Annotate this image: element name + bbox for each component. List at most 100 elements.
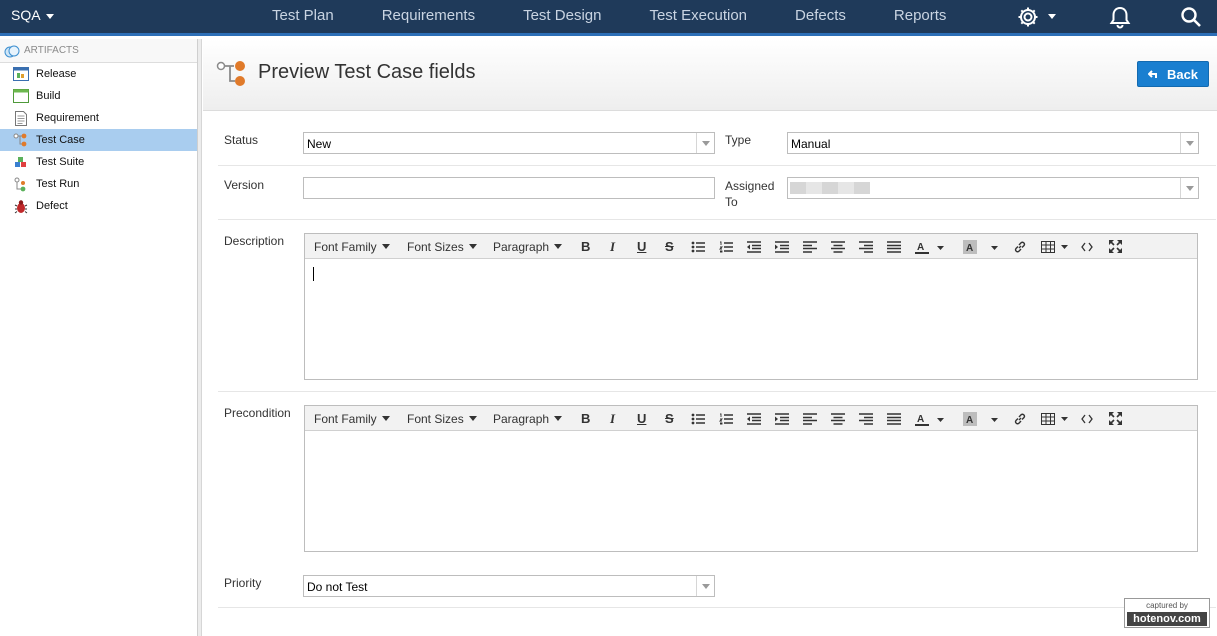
sidebar-item-test-run[interactable]: Test Run (0, 173, 197, 195)
indent-button[interactable] (775, 234, 789, 259)
link-button[interactable] (1013, 234, 1027, 259)
font-sizes-label: Font Sizes (407, 239, 464, 254)
align-right-button[interactable] (859, 406, 873, 431)
fullscreen-button[interactable] (1109, 234, 1122, 259)
page-title: Preview Test Case fields (258, 61, 476, 83)
nav-reports[interactable]: Reports (870, 0, 971, 33)
table-button[interactable] (1041, 406, 1071, 431)
bullet-list-button[interactable] (691, 234, 705, 259)
version-input[interactable] (303, 177, 715, 199)
precondition-editor: Font Family Font Sizes Paragraph B I U S… (304, 405, 1198, 552)
paragraph-label: Paragraph (493, 411, 550, 426)
svg-text:A: A (917, 242, 924, 253)
version-label: Version (224, 178, 265, 192)
justify-button[interactable] (887, 234, 901, 259)
sidebar-item-label: Test Case (36, 134, 85, 146)
back-button[interactable]: Back (1137, 61, 1209, 87)
brand-menu[interactable]: SQA (11, 0, 54, 33)
nav-test-plan[interactable]: Test Plan (248, 0, 358, 33)
underline-button[interactable]: U (637, 406, 646, 431)
nav-defects[interactable]: Defects (771, 0, 870, 33)
brand-label: SQA (11, 7, 41, 23)
settings-menu[interactable] (1016, 0, 1056, 33)
paragraph-label: Paragraph (493, 239, 550, 254)
test-case-icon (216, 61, 245, 86)
justify-button[interactable] (887, 406, 901, 431)
sidebar-item-label: Defect (36, 200, 68, 212)
chevron-down-icon (468, 244, 477, 249)
italic-button[interactable]: I (610, 406, 615, 431)
text-color-button[interactable]: A (915, 406, 945, 431)
nav-test-design[interactable]: Test Design (499, 0, 625, 33)
font-sizes-label: Font Sizes (407, 411, 464, 426)
background-color-button[interactable]: A (963, 406, 999, 431)
sidebar-item-build[interactable]: Build (0, 85, 197, 107)
sidebar-item-release[interactable]: Release (0, 63, 197, 85)
source-code-button[interactable] (1081, 406, 1093, 431)
status-select[interactable]: New (303, 132, 715, 154)
justify-icon (887, 412, 901, 425)
sidebar-item-defect[interactable]: Defect (0, 195, 197, 217)
assigned-label-line2: To (725, 195, 738, 209)
svg-text:A: A (917, 414, 924, 425)
status-label: Status (224, 133, 259, 147)
italic-button[interactable]: I (610, 234, 615, 259)
bullet-list-button[interactable] (691, 406, 705, 431)
strikethrough-button[interactable]: S (665, 406, 674, 431)
outdent-button[interactable] (747, 234, 761, 259)
search-button[interactable] (1180, 0, 1202, 33)
source-code-button[interactable] (1081, 234, 1093, 259)
chevron-down-icon (1048, 14, 1056, 19)
paragraph-dropdown[interactable]: Paragraph (493, 234, 563, 259)
sidebar-header: ARTIFACTS (0, 39, 197, 63)
status-value: New (307, 137, 332, 151)
text-color-button[interactable]: A (915, 234, 945, 259)
align-left-button[interactable] (803, 234, 817, 259)
nav-test-execution[interactable]: Test Execution (625, 0, 771, 33)
nav-requirements[interactable]: Requirements (358, 0, 499, 33)
description-text-area[interactable] (305, 259, 1197, 379)
indent-icon (775, 412, 789, 425)
fullscreen-button[interactable] (1109, 406, 1122, 431)
numbered-list-button[interactable] (719, 234, 733, 259)
svg-text:A: A (966, 415, 973, 426)
capture-watermark: captured by hotenov.com (1124, 598, 1210, 628)
strikethrough-button[interactable]: S (665, 234, 674, 259)
indent-button[interactable] (775, 406, 789, 431)
outdent-button[interactable] (747, 406, 761, 431)
sidebar-item-test-case[interactable]: Test Case (0, 129, 197, 151)
outdent-icon (747, 412, 761, 425)
notifications-button[interactable] (1109, 0, 1131, 33)
align-center-button[interactable] (831, 406, 845, 431)
sidebar-item-requirement[interactable]: Requirement (0, 107, 197, 129)
table-button[interactable] (1041, 234, 1071, 259)
bold-button[interactable]: B (581, 406, 590, 431)
align-center-button[interactable] (831, 234, 845, 259)
text-color-icon: A (915, 414, 944, 426)
underline-button[interactable]: U (637, 234, 646, 259)
assigned-to-select[interactable] (787, 177, 1199, 199)
chevron-down-icon (696, 133, 714, 153)
test-run-icon (13, 176, 29, 192)
precondition-text-area[interactable] (305, 431, 1197, 551)
numbered-list-button[interactable] (719, 406, 733, 431)
chevron-down-icon (1180, 133, 1198, 153)
bold-button[interactable]: B (581, 234, 590, 259)
priority-select[interactable]: Do not Test (303, 575, 715, 597)
font-family-dropdown[interactable]: Font Family (314, 406, 390, 431)
link-button[interactable] (1013, 406, 1027, 431)
sidebar-resize-handle[interactable] (198, 39, 202, 636)
editor-toolbar: Font Family Font Sizes Paragraph B I U S… (305, 406, 1197, 431)
sidebar-item-test-suite[interactable]: Test Suite (0, 151, 197, 173)
font-family-dropdown[interactable]: Font Family (314, 234, 390, 259)
type-select[interactable]: Manual (787, 132, 1199, 154)
paragraph-dropdown[interactable]: Paragraph (493, 406, 563, 431)
font-sizes-dropdown[interactable]: Font Sizes (407, 406, 477, 431)
editor-toolbar: Font Family Font Sizes Paragraph B I U S… (305, 234, 1197, 259)
background-color-button[interactable]: A (963, 234, 999, 259)
test-suite-icon (13, 154, 29, 170)
font-sizes-dropdown[interactable]: Font Sizes (407, 234, 477, 259)
description-editor: Font Family Font Sizes Paragraph B I U S… (304, 233, 1198, 380)
align-left-button[interactable] (803, 406, 817, 431)
align-right-button[interactable] (859, 234, 873, 259)
